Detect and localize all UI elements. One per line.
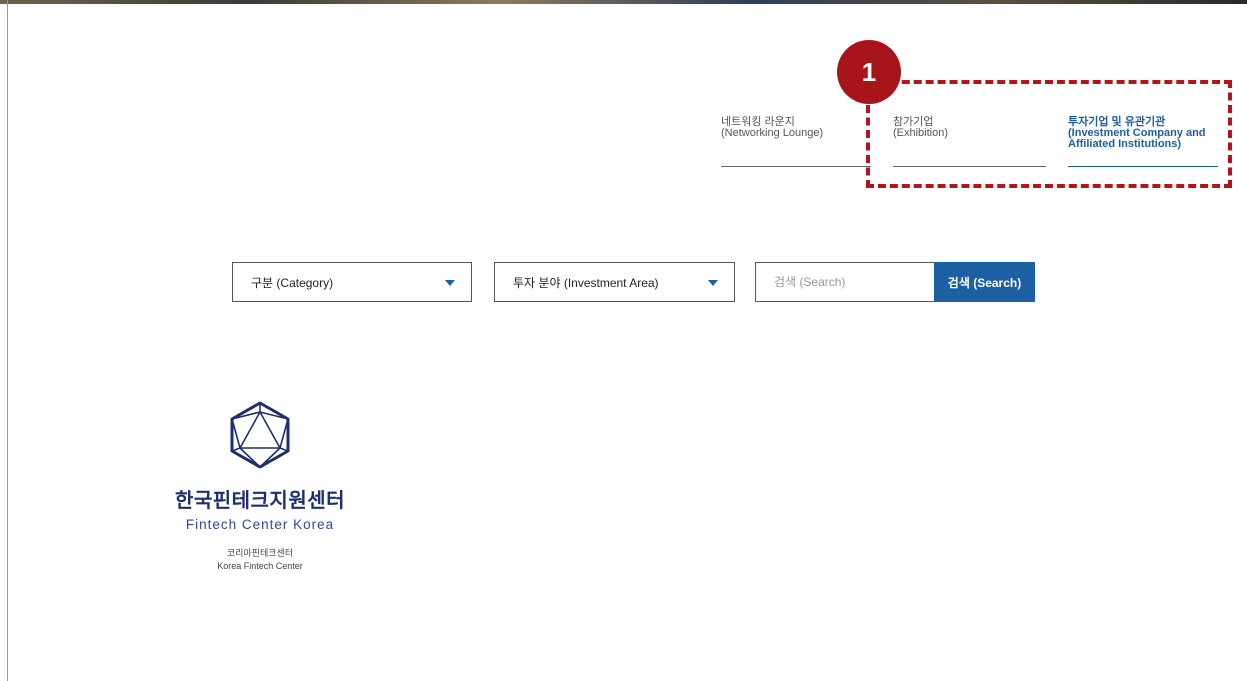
fintech-center-logo: 한국핀테크지원센터 Fintech Center Korea 코리아핀테크센터 … xyxy=(160,400,360,571)
caret-down-icon xyxy=(445,280,455,286)
logo-sub-ko: 코리아핀테크센터 xyxy=(226,548,294,558)
caret-down-icon xyxy=(708,280,718,286)
logo-name-en: Fintech Center Korea xyxy=(185,517,335,532)
annotation-highlight-box xyxy=(866,80,1232,188)
category-select-label: 구분 (Category) xyxy=(251,275,334,290)
logo-sub-en: Korea Fintech Center xyxy=(217,561,303,571)
header-banner-strip xyxy=(0,0,1247,4)
category-select[interactable]: 구분 (Category) xyxy=(232,262,472,302)
search-button[interactable]: 검색 (Search) xyxy=(934,262,1035,302)
tab-networking-label-en: (Networking Lounge) xyxy=(721,127,824,139)
search-input[interactable] xyxy=(755,262,935,302)
page-left-border xyxy=(7,0,8,681)
investment-area-select-label: 투자 분야 (Investment Area) xyxy=(513,275,659,290)
annotation-badge: 1 xyxy=(837,40,901,104)
tab-networking-lounge[interactable]: 네트워킹 라운지 (Networking Lounge) xyxy=(721,117,871,167)
icosahedron-logo-icon xyxy=(230,401,290,469)
investment-area-select[interactable]: 투자 분야 (Investment Area) xyxy=(494,262,735,302)
logo-name-ko: 한국핀테크지원센터 xyxy=(174,490,346,512)
